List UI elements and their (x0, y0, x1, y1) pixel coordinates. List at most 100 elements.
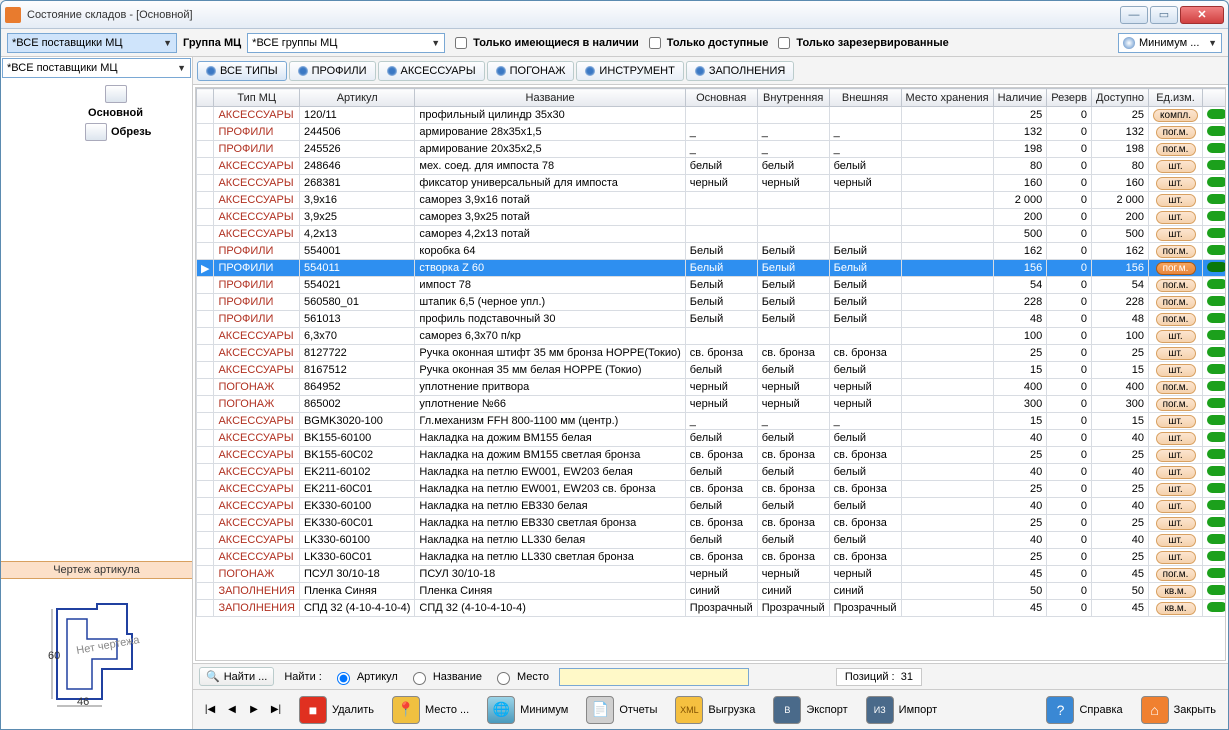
find-button[interactable]: 🔍 Найти ... (199, 667, 274, 686)
nav-next[interactable]: ▶ (245, 701, 263, 719)
table-row[interactable]: ПОГОНАЖПСУЛ 30/10-18ПСУЛ 30/10-18черныйч… (197, 566, 1227, 583)
only-accessible-checkbox[interactable]: Только доступные (645, 34, 769, 52)
tree-item-scraps[interactable]: Обрезь (81, 121, 190, 143)
col-6[interactable]: Внешняя (829, 89, 901, 107)
col-7[interactable]: Место хранения (901, 89, 993, 107)
table-row[interactable]: АКСЕССУАРЫ8127722Ручка оконная штифт 35 … (197, 345, 1227, 362)
nav-prev[interactable]: ◀ (223, 701, 241, 719)
table-row[interactable]: ПРОФИЛИ561013профиль подставочный 30Белы… (197, 311, 1227, 328)
minimum-icon: 🌐 (487, 696, 515, 724)
table-row[interactable]: АКСЕССУАРЫ120/11профильный цилиндр 35х30… (197, 107, 1227, 124)
reports-button[interactable]: 📄Отчеты (582, 694, 661, 726)
radio-name[interactable]: Название (408, 669, 482, 685)
table-row[interactable]: ПРОФИЛИ560580_01штапик 6,5 (черное упл.)… (197, 294, 1227, 311)
table-row[interactable]: ПРОФИЛИ554001коробка 64БелыйБелыйБелый16… (197, 243, 1227, 260)
col-9[interactable]: Резерв (1047, 89, 1092, 107)
search-icon: 🔍 (206, 670, 220, 683)
table-row[interactable]: ПОГОНАЖ865002уплотнение №66черныйчерныйч… (197, 396, 1227, 413)
nav-last[interactable]: ▶| (267, 701, 285, 719)
close-button[interactable]: ⌂Закрыть (1137, 694, 1220, 726)
col-0[interactable] (197, 89, 214, 107)
table-row[interactable]: ПРОФИЛИ554021импост 78БелыйБелыйБелый540… (197, 277, 1227, 294)
export-xml-button[interactable]: XMLВыгрузка (671, 694, 759, 726)
only-reserved-checkbox[interactable]: Только зарезервированные (774, 34, 948, 52)
tab-dot-icon (695, 66, 705, 76)
col-10[interactable]: Доступно (1092, 89, 1149, 107)
col-4[interactable]: Основная (685, 89, 757, 107)
minimum-combo[interactable]: Минимум ...▼ (1118, 33, 1222, 53)
col-3[interactable]: Название (415, 89, 685, 107)
group-combo[interactable]: *ВСЕ группы МЦ▼ (247, 33, 445, 53)
profile-drawing-icon: Нет чертежа 46 60 (47, 599, 147, 709)
globe-icon (1123, 37, 1135, 49)
delete-button[interactable]: ■Удалить (295, 694, 378, 726)
status-dot-icon (1207, 534, 1226, 544)
scraps-icon (85, 123, 107, 141)
type-tab-4[interactable]: ИНСТРУМЕНТ (576, 61, 683, 81)
table-row[interactable]: АКСЕССУАРЫBK155-60C02Накладка на дожим B… (197, 447, 1227, 464)
status-dot-icon (1207, 262, 1226, 272)
table-row[interactable]: АКСЕССУАРЫLK330-60C01Накладка на петлю L… (197, 549, 1227, 566)
supplier-combo[interactable]: *ВСЕ поставщики МЦ▼ (7, 33, 177, 53)
table-row[interactable]: АКСЕССУАРЫBK155-60100Накладка на дожим B… (197, 430, 1227, 447)
status-dot-icon (1207, 364, 1226, 374)
supplier-combo-2[interactable]: *ВСЕ поставщики МЦ▼ (2, 58, 191, 78)
table-row[interactable]: АКСЕССУАРЫ3,9х16саморез 3,9х16 потай2 00… (197, 192, 1227, 209)
type-tab-2[interactable]: АКСЕССУАРЫ (378, 61, 485, 81)
table-row[interactable]: АКСЕССУАРЫ8167512Ручка оконная 35 мм бел… (197, 362, 1227, 379)
radio-article[interactable]: Артикул (332, 669, 398, 685)
titlebar: Состояние складов - [Основной] — ▭ ✕ (1, 1, 1228, 29)
app-icon (5, 7, 21, 23)
minimum-button[interactable]: 🌐Минимум (483, 694, 572, 726)
tab-dot-icon (206, 66, 216, 76)
table-row[interactable]: АКСЕССУАРЫ248646мех. соед. для импоста 7… (197, 158, 1227, 175)
type-tab-1[interactable]: ПРОФИЛИ (289, 61, 376, 81)
nav-buttons: |◀ ◀ ▶ ▶| (201, 701, 285, 719)
col-11[interactable]: Ед.изм. (1149, 89, 1203, 107)
nav-first[interactable]: |◀ (201, 701, 219, 719)
help-icon: ? (1046, 696, 1074, 724)
col-1[interactable]: Тип МЦ (214, 89, 300, 107)
col-5[interactable]: Внутренняя (757, 89, 829, 107)
tree-item-main[interactable]: Основной (41, 83, 190, 121)
grid-wrap[interactable]: Тип МЦАртикулНазваниеОсновнаяВнутренняяВ… (195, 87, 1226, 661)
table-row[interactable]: АКСЕССУАРЫ6,3х70саморез 6,3х70 п/кр10001… (197, 328, 1227, 345)
maximize-button[interactable]: ▭ (1150, 6, 1178, 24)
table-row[interactable]: ЗАПОЛНЕНИЯСПД 32 (4-10-4-10-4)СПД 32 (4-… (197, 600, 1227, 617)
status-dot-icon (1207, 279, 1226, 289)
table-row[interactable]: АКСЕССУАРЫ3,9х25саморез 3,9х25 потай2000… (197, 209, 1227, 226)
type-tab-0[interactable]: ВСЕ ТИПЫ (197, 61, 287, 81)
table-row[interactable]: ПОГОНАЖ864952уплотнение притворачерныйче… (197, 379, 1227, 396)
table-row[interactable]: АКСЕССУАРЫ268381фиксатор универсальный д… (197, 175, 1227, 192)
tab-dot-icon (496, 66, 506, 76)
close-window-button[interactable]: ✕ (1180, 6, 1224, 24)
export-button[interactable]: ВЭкспорт (769, 694, 851, 726)
minimize-button[interactable]: — (1120, 6, 1148, 24)
table-row[interactable]: ЗАПОЛНЕНИЯПленка СиняяПленка Синяясинийс… (197, 583, 1227, 600)
table-row[interactable]: АКСЕССУАРЫEK330-60100Накладка на петлю E… (197, 498, 1227, 515)
help-button[interactable]: ?Справка (1042, 694, 1126, 726)
status-dot-icon (1207, 568, 1226, 578)
only-available-checkbox[interactable]: Только имеющиеся в наличии (451, 34, 639, 52)
table-row[interactable]: ▶ПРОФИЛИ554011створка Z 60БелыйБелыйБелы… (197, 260, 1227, 277)
type-tab-5[interactable]: ЗАПОЛНЕНИЯ (686, 61, 795, 81)
import-button[interactable]: ИЗИмпорт (862, 694, 941, 726)
table-row[interactable]: АКСЕССУАРЫEK211-60C01Накладка на петлю E… (197, 481, 1227, 498)
table-row[interactable]: АКСЕССУАРЫ4,2х13саморез 4,2х13 потай5000… (197, 226, 1227, 243)
radio-place[interactable]: Место (492, 669, 549, 685)
col-8[interactable]: Наличие (993, 89, 1047, 107)
table-row[interactable]: АКСЕССУАРЫEK330-60C01Накладка на петлю E… (197, 515, 1227, 532)
search-input[interactable] (559, 668, 749, 686)
col-2[interactable]: Артикул (299, 89, 414, 107)
status-dot-icon (1207, 551, 1226, 561)
col-12[interactable] (1202, 89, 1226, 107)
app-window: Состояние складов - [Основной] — ▭ ✕ *ВС… (0, 0, 1229, 730)
type-tab-3[interactable]: ПОГОНАЖ (487, 61, 575, 81)
tab-dot-icon (387, 66, 397, 76)
place-button[interactable]: 📍Место ... (388, 694, 473, 726)
table-row[interactable]: ПРОФИЛИ244506армирование 28х35х1,5___132… (197, 124, 1227, 141)
table-row[interactable]: АКСЕССУАРЫLK330-60100Накладка на петлю L… (197, 532, 1227, 549)
table-row[interactable]: ПРОФИЛИ245526армирование 20х35х2,5___198… (197, 141, 1227, 158)
table-row[interactable]: АКСЕССУАРЫEK211-60102Накладка на петлю E… (197, 464, 1227, 481)
table-row[interactable]: АКСЕССУАРЫBGMK3020-100Гл.механизм FFH 80… (197, 413, 1227, 430)
